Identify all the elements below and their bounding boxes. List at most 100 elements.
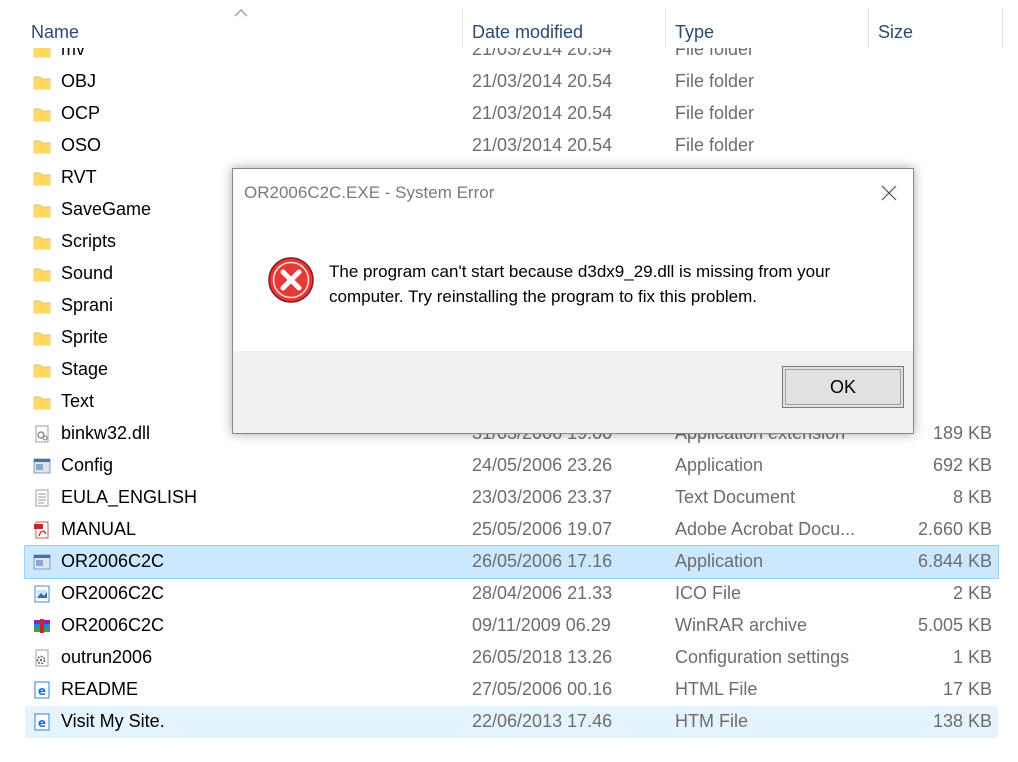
folder-icon [33,108,51,122]
column-divider[interactable] [1002,8,1003,48]
file-row-hovered[interactable]: e Visit My Site. 22/06/2013 17.46 HTM Fi… [25,706,998,738]
file-size: 692 KB [932,455,992,475]
file-name: binkw32.dll [61,423,151,443]
file-date: 27/05/2006 00.16 [472,679,613,699]
ok-button-label: OK [829,376,856,397]
file-row[interactable]: e README 27/05/2006 00.16 HTML File 17 K… [25,674,998,706]
application-icon [33,458,51,474]
file-type: HTML File [675,679,758,699]
file-name: Config [61,455,114,475]
file-row[interactable]: MANUAL 25/05/2006 19.07 Adobe Acrobat Do… [25,514,998,546]
edge-html-icon: e [34,681,50,699]
file-name: Sprani [61,295,114,315]
file-date: 26/05/2006 17.16 [472,551,613,571]
file-name: OCP [61,103,101,123]
file-type: Application [675,455,764,475]
edge-html-icon: e [34,713,50,731]
dialog-footer: OK [233,351,913,433]
system-error-dialog: OR2006C2C.EXE - System Error The program… [232,168,914,434]
folder-icon [33,300,51,314]
file-name: Stage [61,359,109,379]
file-size: 17 KB [942,679,992,699]
column-size-header[interactable]: Size [878,22,913,43]
file-size: 1 KB [952,647,992,667]
error-message: The program can't start because d3dx9_29… [329,262,831,306]
file-type: Configuration settings [675,647,850,667]
column-divider[interactable] [868,8,869,48]
file-name: OR2006C2C [61,551,165,571]
file-name: SaveGame [61,199,152,219]
folder-icon [33,364,51,378]
application-icon [33,554,51,570]
file-date: 25/05/2006 19.07 [472,519,613,539]
dll-icon [35,425,49,443]
file-name: README [61,679,139,699]
text-document-icon [35,489,49,507]
folder-icon [33,268,51,282]
file-name: Text [61,391,95,411]
file-type: File folder [675,135,755,155]
file-date: 26/05/2018 13.26 [472,647,613,667]
file-size: 8 KB [952,487,992,507]
file-name: EULA_ENGLISH [61,487,198,507]
image-file-icon [34,585,50,603]
file-name: RVT [61,167,97,187]
file-type: HTM File [675,711,748,731]
file-date: 21/03/2014 20.54 [472,71,613,91]
file-type: File folder [675,103,755,123]
file-name: outrun2006 [61,647,153,667]
file-date: 24/05/2006 23.26 [472,455,613,475]
file-row[interactable]: OCP 21/03/2014 20.54 File folder [25,98,998,130]
folder-icon [33,76,51,90]
file-row[interactable]: OR2006C2C 28/04/2006 21.33 ICO File 2 KB [25,578,998,610]
file-row[interactable]: EULA_ENGLISH 23/03/2006 23.37 Text Docum… [25,482,998,514]
file-type: Adobe Acrobat Docu... [675,519,856,539]
ok-button[interactable]: OK [782,366,904,408]
file-size: 189 KB [932,423,992,443]
error-icon [268,257,314,303]
file-name: OBJ [61,71,97,91]
file-date: 28/04/2006 21.33 [472,583,613,603]
file-name: MANUAL [61,519,137,539]
file-date: 21/03/2014 20.54 [472,103,613,123]
column-header: Name Date modified Type Size [0,0,1018,48]
folder-icon [33,332,51,346]
file-name: OSO [61,135,102,155]
file-name: Visit My Site. [61,711,165,731]
file-size: 5.005 KB [917,615,992,635]
column-divider[interactable] [462,8,463,48]
file-type: Application [675,551,764,571]
file-type: ICO File [675,583,742,603]
file-date: 22/06/2013 17.46 [472,711,613,731]
file-name: OR2006C2C [61,615,165,635]
svg-text:e: e [38,684,46,698]
column-date-header[interactable]: Date modified [472,22,583,43]
file-name: Sound [61,263,114,283]
file-row[interactable]: OSO 21/03/2014 20.54 File folder [25,130,998,162]
column-type-header[interactable]: Type [675,22,714,43]
column-divider[interactable] [665,8,666,48]
file-date: 09/11/2009 06.29 [472,615,611,635]
file-type: File folder [675,71,755,91]
file-row[interactable]: outrun2006 26/05/2018 13.26 Configuratio… [25,642,998,674]
settings-file-icon [35,649,49,667]
folder-icon [33,172,51,186]
file-name: Sprite [61,327,109,347]
file-name: Scripts [61,231,117,251]
file-row[interactable]: OBJ 21/03/2014 20.54 File folder [25,66,998,98]
file-row-selected[interactable]: OR2006C2C 26/05/2006 17.16 Application 6… [24,545,999,579]
sort-ascending-icon [234,9,248,17]
folder-icon [33,140,51,154]
file-date: 23/03/2006 23.37 [472,487,613,507]
column-name-header[interactable]: Name [31,22,79,43]
svg-text:e: e [38,716,46,730]
folder-icon [33,396,51,410]
file-date: 21/03/2014 20.54 [472,135,613,155]
close-icon[interactable] [873,178,903,208]
folder-icon [33,204,51,218]
file-row[interactable]: Config 24/05/2006 23.26 Application 692 … [25,450,998,482]
file-name: OR2006C2C [61,583,165,603]
file-row[interactable]: OR2006C2C 09/11/2009 06.29 WinRAR archiv… [25,610,998,642]
pdf-icon [34,521,49,539]
file-size: 2.660 KB [917,519,992,539]
